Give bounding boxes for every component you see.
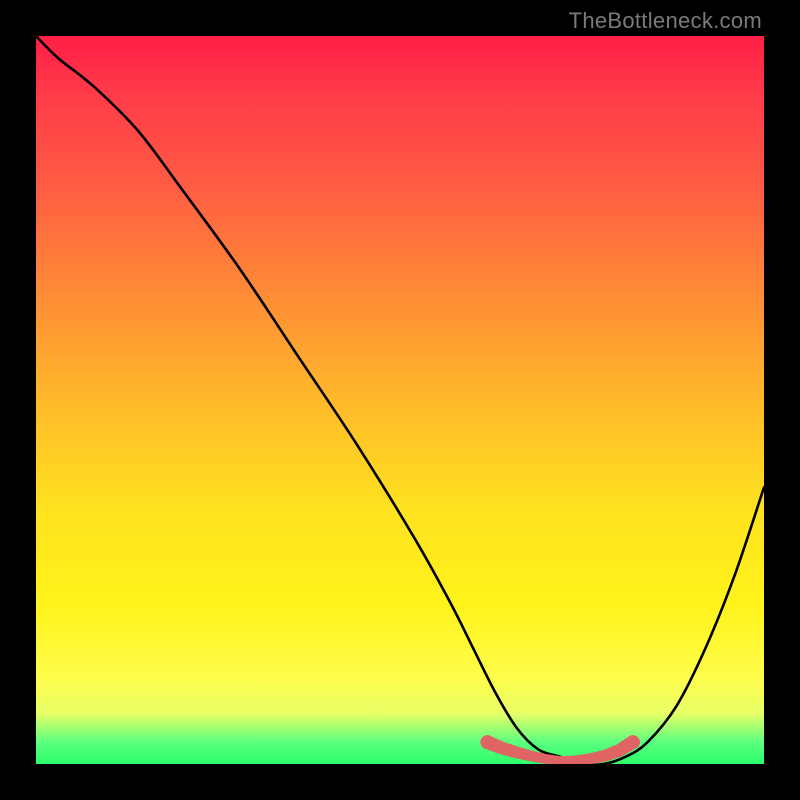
valley-dot bbox=[544, 754, 554, 764]
valley-dot bbox=[598, 750, 610, 762]
valley-dot bbox=[510, 746, 522, 758]
valley-dot bbox=[591, 752, 603, 764]
valley-dot bbox=[612, 744, 625, 757]
plot-area bbox=[36, 36, 764, 764]
valley-dot bbox=[619, 740, 633, 754]
valley-dot bbox=[587, 753, 598, 764]
valley-dot bbox=[622, 737, 636, 751]
valley-dot bbox=[552, 755, 561, 764]
valley-dot bbox=[492, 740, 505, 753]
valley-dot bbox=[514, 747, 526, 759]
curve-layer bbox=[36, 36, 764, 764]
valley-dot bbox=[533, 752, 544, 763]
valley-dot bbox=[480, 735, 494, 749]
valley-dot bbox=[584, 753, 595, 764]
valley-dot bbox=[601, 749, 613, 761]
chart-container: TheBottleneck.com bbox=[0, 0, 800, 800]
valley-dot bbox=[503, 744, 516, 757]
valley-dot bbox=[580, 754, 591, 764]
valley-dot bbox=[541, 754, 551, 764]
valley-dot bbox=[594, 751, 606, 763]
valley-dot bbox=[499, 743, 512, 756]
valley-dot bbox=[484, 737, 498, 751]
valley-dot bbox=[537, 753, 547, 763]
valley-dot bbox=[566, 755, 576, 764]
valley-dot bbox=[518, 748, 530, 760]
valley-dot bbox=[522, 749, 533, 760]
valley-dot bbox=[605, 747, 618, 760]
valley-dot bbox=[615, 742, 628, 755]
valley-dot bbox=[556, 756, 565, 764]
valley-dot bbox=[626, 735, 640, 749]
bottleneck-curve bbox=[36, 36, 764, 764]
valley-dot bbox=[608, 746, 621, 759]
valley-dot bbox=[495, 741, 508, 754]
watermark-text: TheBottleneck.com bbox=[569, 8, 762, 34]
valley-dot bbox=[573, 755, 583, 764]
valley-dot bbox=[577, 754, 588, 764]
valley-dot bbox=[529, 751, 540, 762]
valley-highlight bbox=[480, 735, 640, 764]
valley-dot bbox=[488, 738, 502, 752]
valley-dot bbox=[559, 756, 568, 764]
valley-dot bbox=[526, 750, 537, 761]
valley-dot bbox=[548, 755, 558, 764]
valley-dot bbox=[570, 755, 580, 764]
valley-dot bbox=[507, 745, 519, 757]
valley-dot bbox=[563, 756, 573, 764]
